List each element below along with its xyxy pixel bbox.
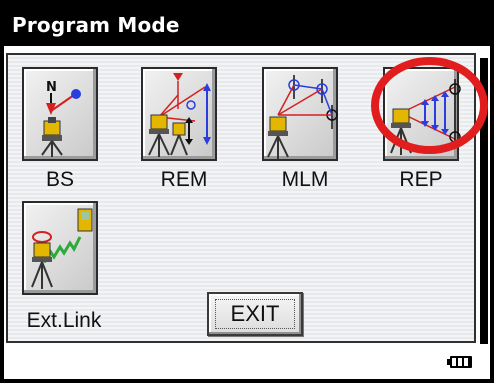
battery-icon <box>447 356 472 368</box>
backsight-icon: N <box>41 80 81 157</box>
program-tile-rem[interactable] <box>141 67 217 161</box>
highlight-circle <box>371 57 488 154</box>
missing-line-icon <box>267 75 338 159</box>
svg-text:N: N <box>46 80 57 95</box>
exit-button-label: EXIT <box>215 299 295 329</box>
exit-button[interactable]: EXIT <box>207 292 303 336</box>
program-label-rem: REM <box>160 168 208 191</box>
program-label-mlm: MLM <box>281 168 329 191</box>
remote-elevation-icon <box>148 73 211 157</box>
program-label-extlink: Ext.Link <box>26 309 102 332</box>
status-bar <box>4 346 490 379</box>
program-tile-mlm[interactable] <box>262 67 338 161</box>
program-tile-bs[interactable]: N <box>22 67 98 161</box>
window-title: Program Mode <box>12 13 180 37</box>
program-tile-extlink[interactable] <box>22 201 98 295</box>
program-label-rep: REP <box>399 168 443 191</box>
program-label-bs: BS <box>45 168 74 191</box>
title-bar: Program Mode <box>4 4 490 46</box>
external-link-icon <box>31 208 93 289</box>
